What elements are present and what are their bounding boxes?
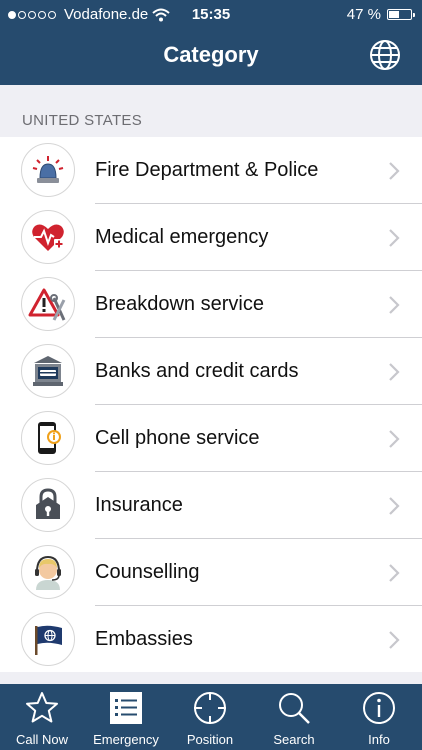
list-item-medical[interactable]: Medical emergency [0,204,422,271]
list-item-insurance[interactable]: Insurance [0,472,422,539]
list-item-label: Cell phone service [95,427,260,449]
list-item-embassies[interactable]: Embassies [0,606,422,673]
crosshair-icon [194,692,226,724]
list-item-counselling[interactable]: Counselling [0,539,422,606]
chevron-right-icon [389,430,400,448]
battery-icon [387,9,415,20]
battery-group: 47 % [346,6,415,23]
section-title: UNITED STATES [22,112,143,129]
chevron-right-icon [389,296,400,314]
siren-icon [21,143,75,197]
chevron-right-icon [389,564,400,582]
list-item-breakdown[interactable]: Breakdown service [0,271,422,338]
tab-label: Info [368,732,390,747]
chevron-right-icon [389,497,400,515]
tab-label: Search [273,732,315,747]
tab-search[interactable]: Search [252,684,336,750]
page-title: Category [163,42,259,67]
list-item-label: Embassies [95,628,193,650]
battery-percent: 47 % [346,6,381,23]
warning-tools-icon [21,277,75,331]
navigation-header: Vodafone.de 15:35 47 % Category [0,0,422,85]
tab-info[interactable]: Info [336,684,422,750]
tab-bar: Call Now Emergency Position Search Info [0,684,422,750]
search-icon [279,693,310,724]
chevron-right-icon [389,363,400,381]
section-header: UNITED STATES [0,85,422,137]
list-item-label: Medical emergency [95,226,269,248]
list-item-label: Fire Department & Police [95,159,319,181]
cell-phone-icon [21,411,75,465]
list-item-label: Breakdown service [95,293,264,315]
flag-icon [21,612,75,666]
insurance-lock-icon [21,478,75,532]
list-item-fire-police[interactable]: Fire Department & Police [0,137,422,204]
list-footer-space [0,672,422,684]
status-bar: Vodafone.de 15:35 47 % [0,0,422,30]
list-item-label: Insurance [95,494,183,516]
list-item-label: Banks and credit cards [95,360,299,382]
list-item-cell-phone[interactable]: Cell phone service [0,405,422,472]
star-icon [26,692,58,723]
tab-label: Emergency [93,732,159,747]
tab-call-now[interactable]: Call Now [0,684,84,750]
bank-icon [21,344,75,398]
category-list: Fire Department & Police Medical emergen… [0,137,422,682]
info-icon [363,692,395,724]
tab-label: Call Now [15,732,68,747]
chevron-right-icon [389,229,400,247]
globe-icon[interactable] [368,38,402,72]
list-item-label: Counselling [95,561,200,583]
list-item-banks[interactable]: Banks and credit cards [0,338,422,405]
chevron-right-icon [389,631,400,649]
headset-person-icon [21,545,75,599]
chevron-right-icon [389,162,400,180]
tab-label: Position [186,732,234,747]
heart-pulse-icon [21,210,75,264]
tab-position[interactable]: Position [168,684,252,750]
list-icon [110,692,142,724]
tab-emergency[interactable]: Emergency [84,684,168,750]
